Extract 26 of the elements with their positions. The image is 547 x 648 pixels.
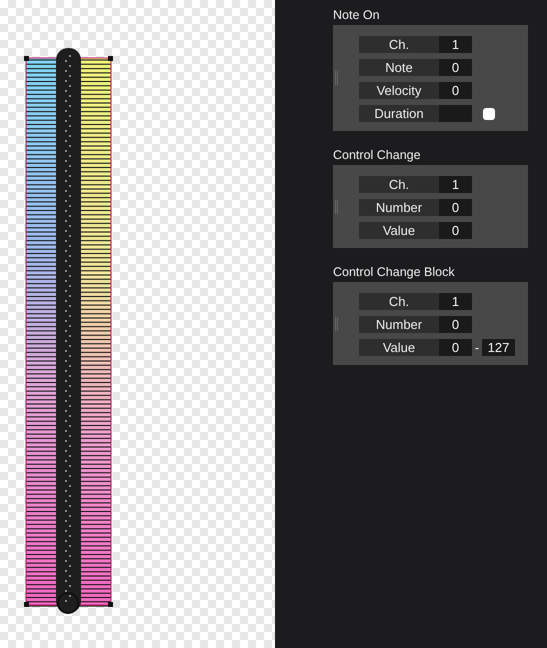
section-title: Control Change bbox=[333, 148, 422, 162]
field-label: Value bbox=[359, 222, 439, 239]
field-label: Number bbox=[359, 316, 439, 333]
field-label: Duration bbox=[359, 105, 439, 122]
range-separator: - bbox=[474, 340, 480, 355]
number-field[interactable]: 1 bbox=[439, 36, 472, 53]
field-label: Number bbox=[359, 199, 439, 216]
number-field[interactable]: 127 bbox=[482, 339, 515, 356]
number-field[interactable]: 1 bbox=[439, 176, 472, 193]
section-title: Note On bbox=[333, 8, 381, 22]
field-label: Ch. bbox=[359, 176, 439, 193]
section-title: Control Change Block bbox=[333, 265, 456, 279]
number-field[interactable]: 1 bbox=[439, 293, 472, 310]
field-label: Velocity bbox=[359, 82, 439, 99]
field-label: Ch. bbox=[359, 36, 439, 53]
number-field[interactable]: 0 bbox=[439, 199, 472, 216]
number-field[interactable]: 0 bbox=[439, 316, 472, 333]
field-label: Ch. bbox=[359, 293, 439, 310]
number-field[interactable]: 0 bbox=[439, 59, 472, 76]
number-field[interactable]: 0 bbox=[439, 222, 472, 239]
field-label: Note bbox=[359, 59, 439, 76]
field-label: Value bbox=[359, 339, 439, 356]
number-field[interactable]: 0 bbox=[439, 82, 472, 99]
checkbox[interactable] bbox=[483, 108, 495, 120]
number-field[interactable]: 0 bbox=[439, 339, 472, 356]
number-field[interactable] bbox=[439, 105, 472, 122]
